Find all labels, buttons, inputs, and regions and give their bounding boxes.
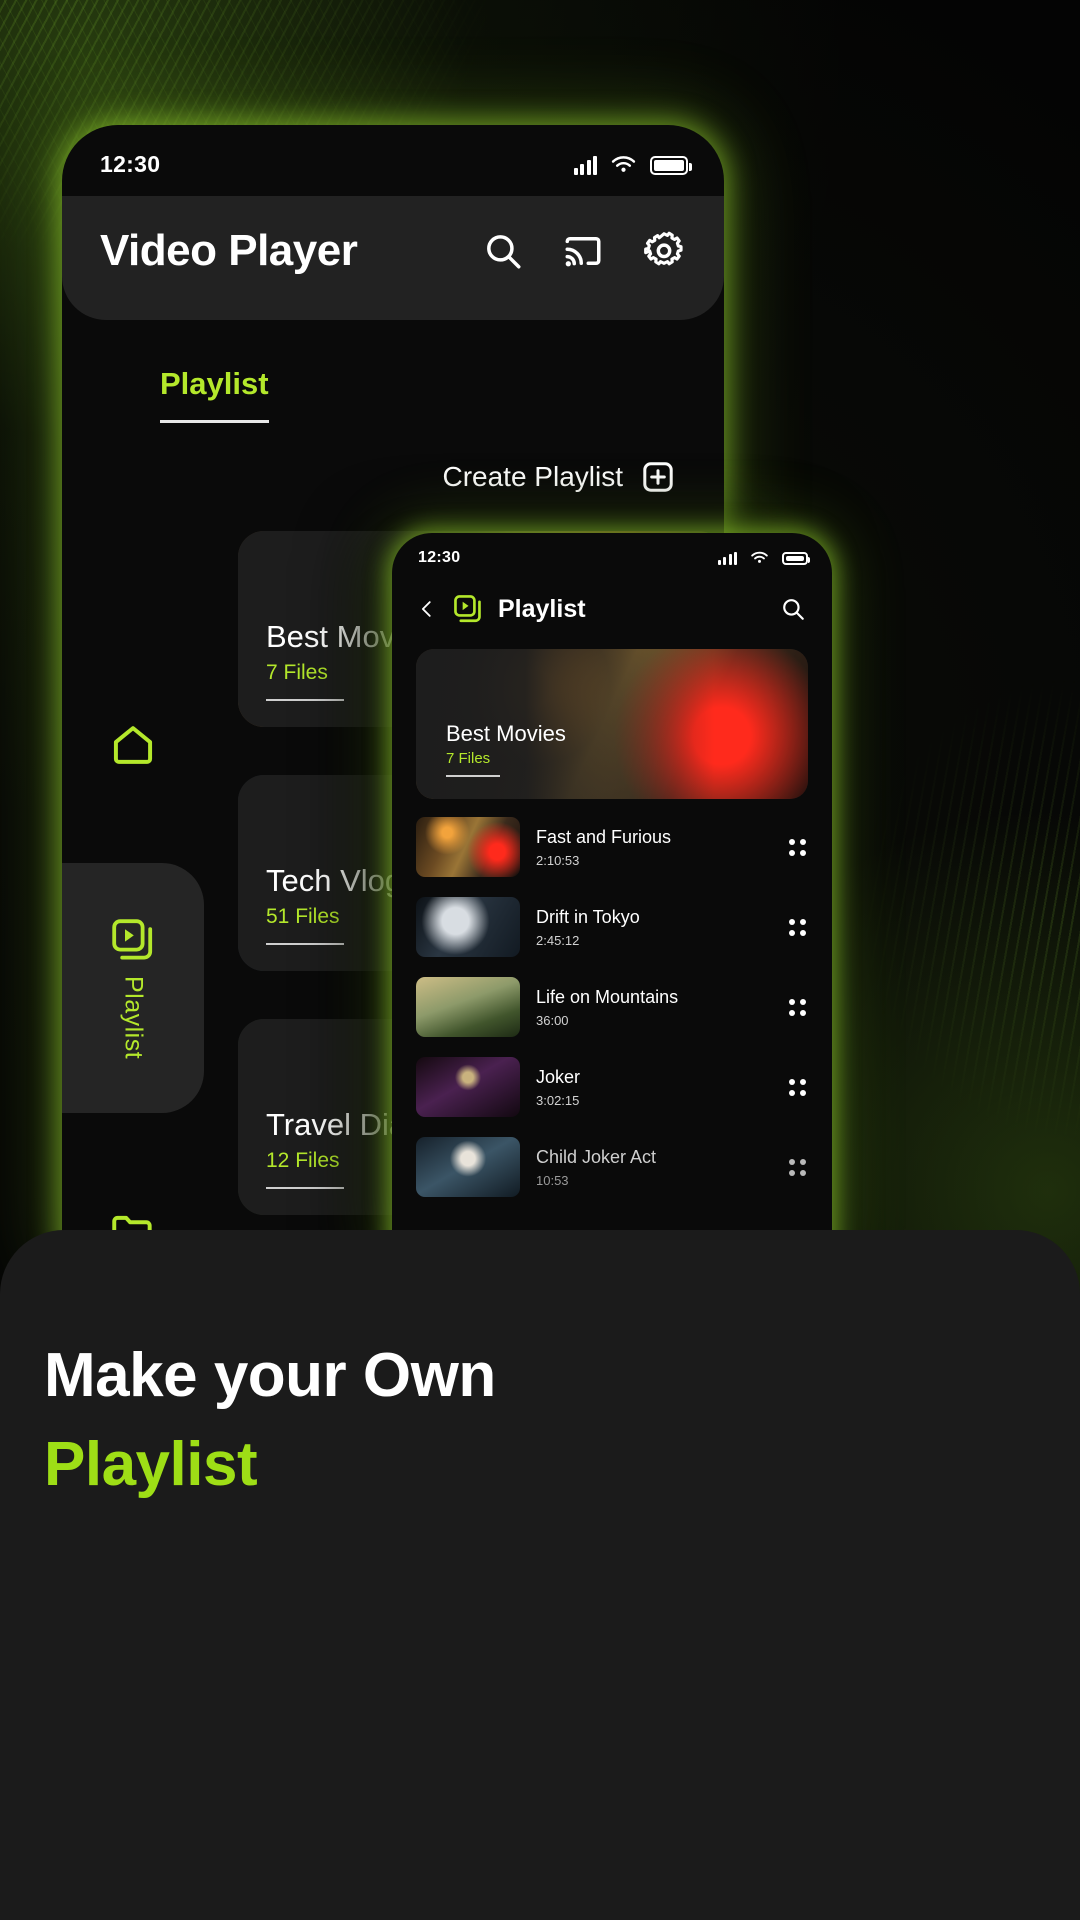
add-playlist-icon — [643, 462, 673, 492]
video-title: Drift in Tokyo — [536, 906, 640, 927]
wifi-icon — [611, 155, 636, 172]
page-title: Video Player — [100, 226, 358, 275]
hero-playlist-card[interactable]: Best Movies 7 Files — [416, 649, 808, 799]
video-thumbnail — [416, 897, 520, 957]
video-more-options-icon[interactable] — [789, 1078, 806, 1096]
video-meta: Child Joker Act 10:53 — [536, 1147, 773, 1188]
video-meta: Fast and Furious 2:10:53 — [536, 827, 773, 868]
detail-header: Playlist — [392, 567, 832, 625]
detail-title: Playlist — [498, 594, 586, 623]
tagline-line-1: Make your Own — [44, 1341, 496, 1410]
video-thumbnail — [416, 977, 520, 1037]
create-playlist-button[interactable]: Create Playlist — [62, 423, 724, 495]
tagline-panel: Make your Own Playlist — [0, 1230, 1080, 1920]
tab-playlist[interactable]: Playlist — [160, 366, 269, 423]
battery-icon — [782, 552, 810, 565]
settings-gear-icon[interactable] — [642, 229, 686, 273]
video-more-options-icon[interactable] — [789, 838, 806, 856]
video-duration: 2:10:53 — [536, 852, 580, 868]
video-thumbnail — [416, 1137, 520, 1197]
meta-underline — [266, 943, 344, 945]
status-icons — [717, 551, 810, 565]
signal-bars-icon — [573, 155, 597, 175]
list-item[interactable]: Life on Mountains 36:00 — [416, 977, 810, 1037]
video-title: Life on Mountains — [536, 986, 679, 1007]
hero-file-count: 7 Files — [446, 750, 491, 767]
video-more-options-icon[interactable] — [789, 1158, 806, 1176]
list-item[interactable]: Joker 3:02:15 — [416, 1057, 810, 1117]
video-duration: 36:00 — [536, 1012, 569, 1028]
status-bar: 12:30 — [392, 533, 832, 567]
hero-playlist-name: Best Movies — [446, 721, 566, 746]
tab-active-underline — [160, 420, 269, 423]
video-thumbnail — [416, 1057, 520, 1117]
status-time: 12:30 — [418, 549, 461, 566]
create-playlist-label: Create Playlist — [442, 461, 623, 492]
background-texture-right — [860, 680, 1080, 1140]
tagline-line-2: Playlist — [44, 1430, 258, 1499]
video-duration: 3:02:15 — [536, 1092, 580, 1108]
video-meta: Joker 3:02:15 — [536, 1067, 773, 1108]
side-navigation-rail: Playlist — [62, 685, 204, 1250]
search-icon[interactable] — [780, 596, 806, 622]
video-title: Fast and Furious — [536, 826, 672, 847]
video-more-options-icon[interactable] — [789, 918, 806, 936]
video-thumbnail — [416, 817, 520, 877]
status-time: 12:30 — [100, 151, 161, 177]
home-icon — [113, 726, 153, 764]
header-actions — [482, 229, 686, 273]
meta-underline — [266, 699, 344, 701]
video-title: Joker — [536, 1066, 581, 1087]
video-more-options-icon[interactable] — [789, 998, 806, 1016]
video-title: Child Joker Act — [536, 1146, 657, 1167]
battery-icon — [650, 155, 692, 175]
meta-underline — [266, 1187, 344, 1189]
video-duration: 10:53 — [536, 1172, 569, 1188]
search-icon[interactable] — [482, 230, 524, 272]
list-item[interactable]: Drift in Tokyo 2:45:12 — [416, 897, 810, 957]
back-chevron-icon[interactable] — [416, 598, 438, 620]
tagline-content: Make your Own Playlist — [0, 1230, 1080, 1500]
wifi-icon — [751, 551, 768, 563]
video-list: Fast and Furious 2:10:53 Drift in Tokyo … — [392, 817, 832, 1197]
video-meta: Life on Mountains 36:00 — [536, 987, 773, 1028]
list-item[interactable]: Fast and Furious 2:10:53 — [416, 817, 810, 877]
tab-playlist-label: Playlist — [160, 366, 269, 401]
sidebar-item-playlist[interactable]: Playlist — [62, 863, 204, 1113]
meta-underline — [446, 775, 500, 777]
video-meta: Drift in Tokyo 2:45:12 — [536, 907, 773, 948]
tab-bar: Playlist — [62, 320, 724, 423]
video-duration: 2:45:12 — [536, 932, 580, 948]
list-item[interactable]: Child Joker Act 10:53 — [416, 1137, 810, 1197]
playlist-icon — [112, 919, 153, 960]
sidebar-item-playlist-label: Playlist — [119, 976, 148, 1060]
playlist-logo-icon — [454, 595, 481, 623]
signal-bars-icon — [717, 552, 737, 565]
app-header: Video Player — [62, 196, 724, 320]
hero-meta: Best Movies 7 Files — [446, 721, 566, 777]
cast-icon[interactable] — [562, 230, 604, 272]
status-bar: 12:30 — [62, 125, 724, 178]
phone-mockup-secondary: 12:30 Playlist Best Movies 7 Files Fast … — [392, 533, 832, 1250]
sidebar-item-home[interactable] — [62, 685, 204, 805]
status-icons — [573, 155, 692, 175]
